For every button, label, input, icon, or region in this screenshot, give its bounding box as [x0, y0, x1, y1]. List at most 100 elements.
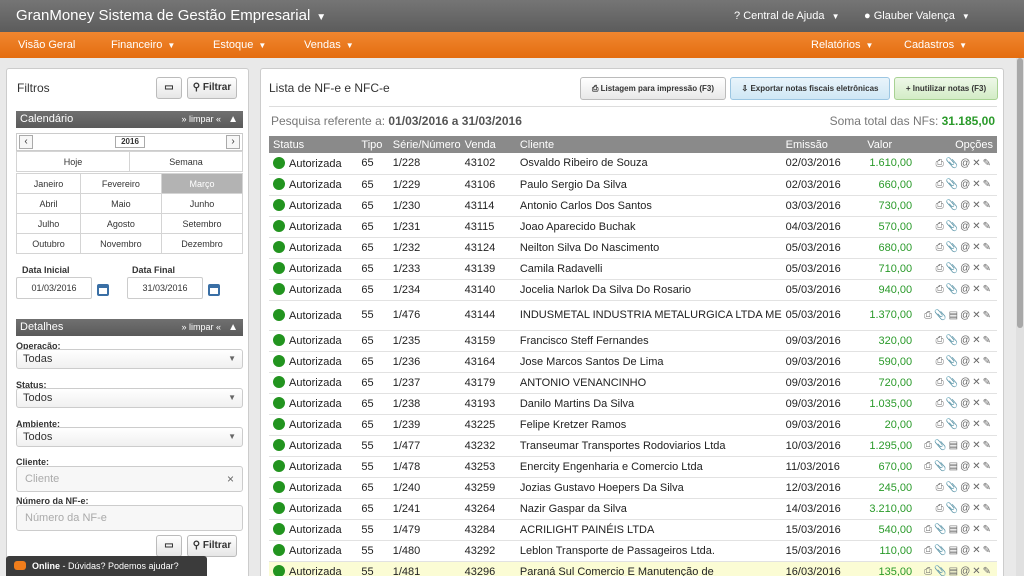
edit-icon[interactable]: ✎ [983, 461, 993, 472]
chevron-up-icon[interactable]: ▲ [228, 319, 238, 336]
file-icon[interactable]: ▤ [949, 461, 960, 472]
attach-icon[interactable]: 📎 [934, 545, 948, 556]
file-icon[interactable]: ▤ [949, 310, 960, 321]
col-status[interactable]: Status [269, 136, 358, 153]
printer-icon[interactable]: ⎙ [924, 545, 934, 556]
edit-icon[interactable]: ✎ [983, 440, 993, 451]
filter-button-top[interactable]: ⚲ Filtrar [187, 77, 237, 99]
cancel-icon[interactable]: ✕ [972, 200, 982, 211]
clear-icon[interactable]: × [227, 467, 234, 491]
user-menu[interactable]: ● Glauber Valença ▼ [864, 10, 970, 22]
email-icon[interactable]: @ [960, 482, 972, 493]
email-icon[interactable]: @ [960, 158, 972, 169]
email-icon[interactable]: @ [960, 503, 972, 514]
email-icon[interactable]: @ [960, 524, 972, 535]
month-junho[interactable]: Junho [160, 193, 244, 214]
email-icon[interactable]: @ [960, 200, 972, 211]
cancel-icon[interactable]: ✕ [972, 524, 982, 535]
cancel-icon[interactable]: ✕ [972, 398, 982, 409]
month-abril[interactable]: Abril [16, 193, 81, 214]
attach-icon[interactable]: 📎 [934, 524, 948, 535]
email-icon[interactable]: @ [960, 440, 972, 451]
edit-icon[interactable]: ✎ [983, 310, 993, 321]
table-row[interactable]: Autorizada 65 1/231 43115 Joao Aparecido Buc… [269, 216, 997, 238]
calendar-section-header[interactable]: Calendário » limpar « ▲ [16, 111, 243, 128]
cliente-input[interactable]: Cliente × [16, 466, 243, 492]
attach-icon[interactable]: 📎 [946, 482, 960, 493]
printer-icon[interactable]: ⎙ [936, 356, 946, 367]
attach-icon[interactable]: 📎 [946, 419, 960, 430]
attach-icon[interactable]: 📎 [946, 398, 960, 409]
cancel-icon[interactable]: ✕ [972, 310, 982, 321]
app-brand-menu[interactable]: GranMoney Sistema de Gestão Empresarial ▼ [16, 7, 326, 24]
edit-icon[interactable]: ✎ [983, 524, 993, 535]
edit-icon[interactable]: ✎ [983, 221, 993, 232]
printer-icon[interactable]: ⎙ [936, 242, 946, 253]
help-menu[interactable]: ? Central de Ajuda ▼ [734, 10, 840, 22]
col-tipo[interactable]: Tipo [357, 136, 389, 153]
cancel-icon[interactable]: ✕ [972, 503, 982, 514]
email-icon[interactable]: @ [960, 398, 972, 409]
printer-icon[interactable]: ⎙ [924, 524, 934, 535]
edit-icon[interactable]: ✎ [983, 377, 993, 388]
edit-icon[interactable]: ✎ [983, 335, 993, 346]
month-agosto[interactable]: Agosto [79, 213, 162, 234]
chevron-up-icon[interactable]: ▲ [228, 111, 238, 128]
printer-icon[interactable]: ⎙ [924, 310, 934, 321]
attach-icon[interactable]: 📎 [946, 242, 960, 253]
period-today[interactable]: Hoje [16, 151, 130, 172]
end-date-input[interactable]: 31/03/2016 [127, 277, 203, 299]
table-row[interactable]: Autorizada 55 1/478 43253 Enercity Engenhari… [269, 456, 997, 478]
scrollbar-thumb[interactable] [1017, 58, 1023, 328]
month-julho[interactable]: Julho [16, 213, 81, 234]
cancel-icon[interactable]: ✕ [972, 377, 982, 388]
table-row[interactable]: Autorizada 65 1/236 43164 Jose Marcos Santos… [269, 351, 997, 373]
edit-icon[interactable]: ✎ [983, 284, 993, 295]
ambiente-select[interactable]: Todos ▼ [16, 427, 243, 447]
month-marco[interactable]: Março [160, 173, 244, 194]
col-cliente[interactable]: Cliente [515, 136, 782, 153]
month-setembro[interactable]: Setembro [160, 213, 244, 234]
edit-icon[interactable]: ✎ [983, 242, 993, 253]
nav-cadastros[interactable]: Cadastros ▼ [904, 39, 967, 51]
cancel-icon[interactable]: ✕ [972, 221, 982, 232]
table-row[interactable]: Autorizada 65 1/232 43124 Neilton Silva Do N… [269, 237, 997, 259]
email-icon[interactable]: @ [960, 419, 972, 430]
attach-icon[interactable]: 📎 [946, 284, 960, 295]
month-janeiro[interactable]: Janeiro [16, 173, 81, 194]
col-serie-numero[interactable]: Série/Número [388, 136, 461, 153]
printer-icon[interactable]: ⎙ [936, 200, 946, 211]
cancel-icon[interactable]: ✕ [972, 284, 982, 295]
invalidate-notes-button[interactable]: + Inutilizar notas (F3) [894, 77, 998, 100]
printer-icon[interactable]: ⎙ [936, 158, 946, 169]
table-row[interactable]: Autorizada 65 1/233 43139 Camila Radavelli 05… [269, 258, 997, 280]
edit-icon[interactable]: ✎ [983, 545, 993, 556]
prev-year-button[interactable]: ‹ [19, 135, 33, 149]
start-date-input[interactable]: 01/03/2016 [16, 277, 92, 299]
nav-financeiro[interactable]: Financeiro ▼ [111, 39, 175, 51]
printer-icon[interactable]: ⎙ [936, 284, 946, 295]
nav-visao-geral[interactable]: Visão Geral [18, 39, 75, 51]
cancel-icon[interactable]: ✕ [972, 566, 982, 576]
page-scrollbar[interactable] [1016, 58, 1024, 576]
numero-nfe-input[interactable]: Número da NF-e [16, 505, 243, 531]
month-dezembro[interactable]: Dezembro [160, 233, 244, 254]
cancel-icon[interactable]: ✕ [972, 545, 982, 556]
export-nfe-button[interactable]: ⇩ Exportar notas fiscais eletrônicas [730, 77, 890, 100]
table-row[interactable]: Autorizada 65 1/228 43102 Osvaldo Ribeiro de… [269, 153, 997, 175]
print-list-button[interactable]: ⎙ Listagem para impressão (F3) [580, 77, 726, 100]
file-icon[interactable]: ▤ [949, 524, 960, 535]
printer-icon[interactable]: ⎙ [936, 482, 946, 493]
email-icon[interactable]: @ [960, 545, 972, 556]
cancel-icon[interactable]: ✕ [972, 242, 982, 253]
attach-icon[interactable]: 📎 [946, 335, 960, 346]
month-maio[interactable]: Maio [79, 193, 162, 214]
table-row[interactable]: Autorizada 65 1/234 43140 Jocelia Narlok Da … [269, 279, 997, 301]
printer-icon[interactable]: ⎙ [936, 263, 946, 274]
calendar-icon[interactable] [208, 284, 220, 296]
email-icon[interactable]: @ [960, 242, 972, 253]
printer-icon[interactable]: ⎙ [924, 440, 934, 451]
details-clear-link[interactable]: » limpar « [181, 319, 221, 336]
cancel-icon[interactable]: ✕ [972, 461, 982, 472]
table-row[interactable]: Autorizada 65 1/241 43264 Nazir Gaspar da Si… [269, 498, 997, 520]
